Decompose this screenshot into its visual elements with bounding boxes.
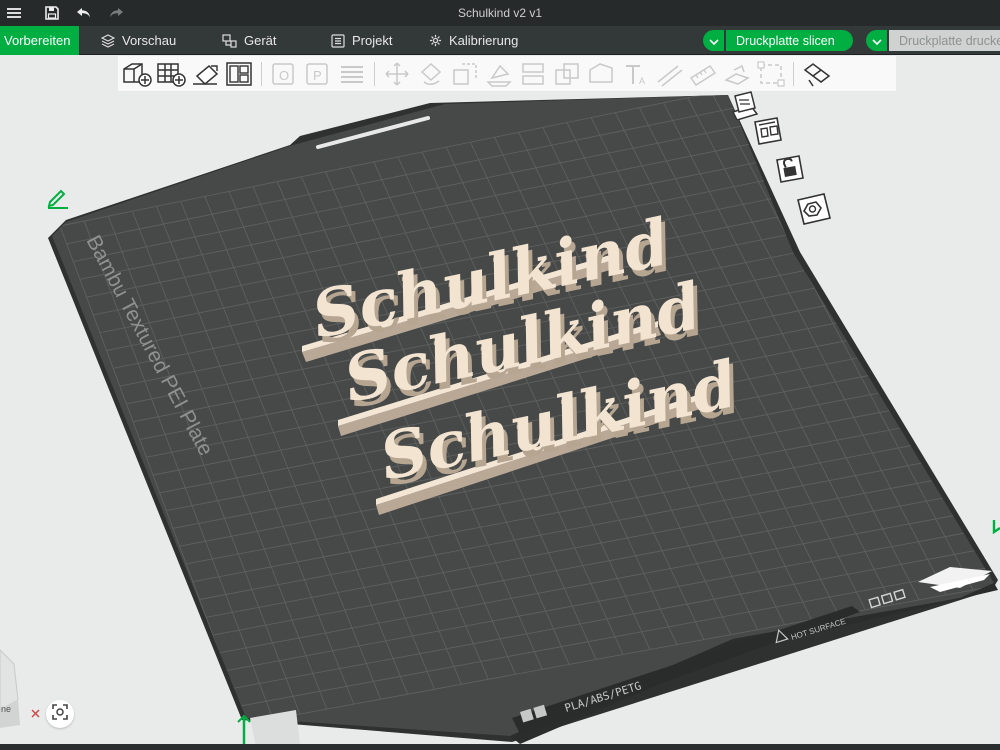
text-button[interactable]: A [618, 58, 652, 90]
lay-on-face-button[interactable] [482, 58, 516, 90]
plate-lock-icon [773, 154, 807, 184]
variable-layer-button[interactable] [754, 58, 788, 90]
scale-icon [450, 60, 480, 88]
auto-orient-icon [189, 60, 221, 88]
window-title: Schulkind v2 v1 [457, 6, 543, 20]
split-parts-button[interactable]: P [301, 58, 335, 90]
support-paint-button[interactable] [584, 58, 618, 90]
slice-plate-group: Druckplatte slicen [703, 30, 853, 51]
project-icon [331, 33, 345, 48]
mesh-boolean-button[interactable] [550, 58, 584, 90]
toolbar-separator [793, 61, 794, 86]
device-icon [222, 33, 237, 48]
svg-text:O: O [279, 68, 289, 83]
cut-button[interactable] [516, 58, 550, 90]
close-icon[interactable] [31, 709, 40, 718]
seam-paint-button[interactable] [652, 58, 686, 90]
lay-on-face-icon [484, 60, 514, 88]
tab-kalibrierung[interactable]: Kalibrierung [429, 26, 518, 55]
3d-viewport[interactable]: Bambu Textured PEI Plate PLA/ABS/PETG HO… [0, 91, 1000, 750]
plate-settings-button[interactable] [792, 191, 836, 227]
split-objects-icon: O [269, 60, 299, 88]
tab-vorschau[interactable]: Vorschau [101, 26, 176, 55]
variable-layer-icon [756, 60, 786, 88]
calibration-icon [429, 34, 442, 47]
explode-button[interactable] [799, 58, 833, 90]
tab-vorbereiten[interactable]: Vorbereiten [0, 26, 79, 55]
plate-lock-button[interactable] [768, 151, 812, 187]
axis-marker-icon [992, 520, 1000, 535]
tab-projekt[interactable]: Projekt [331, 26, 392, 55]
print-options-button[interactable] [866, 30, 887, 51]
svg-text:A: A [639, 76, 645, 86]
slice-plate-button[interactable]: Druckplatte slicen [726, 30, 853, 51]
add-object-icon [121, 60, 153, 88]
status-strip [0, 744, 1000, 750]
scene-canvas[interactable]: Bambu Textured PEI Plate PLA/ABS/PETG HO… [0, 91, 1000, 750]
plate-settings-icon [794, 192, 834, 226]
tab-label: Vorschau [122, 33, 177, 48]
toolbar-separator [261, 61, 262, 86]
fit-view-button[interactable] [46, 700, 74, 728]
layers-icon [101, 33, 115, 48]
cut-icon [518, 60, 548, 88]
tab-label: Projekt [352, 33, 393, 48]
slice-options-button[interactable] [703, 30, 724, 51]
nav-cube-label: ne [1, 704, 11, 714]
title-bar: Schulkind v2 v1 [0, 0, 1000, 26]
toolbar-separator [374, 61, 375, 86]
assembly-button[interactable] [720, 58, 754, 90]
tab-geraet[interactable]: Gerät [222, 26, 277, 55]
tab-label: Vorbereiten [4, 33, 71, 48]
assembly-icon [722, 60, 752, 88]
rotate-button[interactable] [414, 58, 448, 90]
measure-button[interactable] [686, 58, 720, 90]
fit-view-icon [51, 703, 69, 726]
tab-label: Kalibrierung [449, 33, 519, 48]
plate-arrange-icon [751, 116, 785, 146]
chevron-down-icon [871, 32, 882, 50]
move-button[interactable] [380, 58, 414, 90]
add-plate-button[interactable] [154, 58, 188, 90]
rotate-icon [416, 60, 446, 88]
mesh-boolean-icon [552, 60, 582, 88]
chevron-down-icon [708, 32, 719, 50]
svg-text:P: P [313, 68, 322, 83]
add-object-button[interactable] [120, 58, 154, 90]
seam-paint-icon [654, 60, 684, 88]
split-objects-button[interactable]: O [267, 58, 301, 90]
edit-plate-name-icon[interactable] [47, 189, 68, 209]
arrange-button[interactable] [222, 58, 256, 90]
main-toolbar: O P A [118, 56, 896, 91]
plate-arrange-button[interactable] [746, 113, 790, 149]
add-plate-icon [155, 60, 187, 88]
split-parts-icon: P [303, 60, 333, 88]
measure-icon [688, 60, 718, 88]
text-icon: A [620, 60, 650, 88]
move-icon [382, 60, 412, 88]
scale-button[interactable] [448, 58, 482, 90]
tab-label: Gerät [244, 33, 277, 48]
navigation-cube[interactable] [0, 649, 20, 728]
layers-list-button[interactable] [335, 58, 369, 90]
layers-list-icon [337, 60, 367, 88]
arrange-icon [224, 60, 254, 88]
support-paint-icon [586, 60, 616, 88]
print-plate-button[interactable]: Druckplatte drucken [889, 30, 1000, 51]
auto-orient-button[interactable] [188, 58, 222, 90]
main-nav: Vorbereiten Vorschau Gerät Projekt Kalib… [0, 26, 1000, 55]
print-plate-group: Druckplatte drucken [866, 30, 1000, 51]
explode-icon [801, 60, 831, 88]
